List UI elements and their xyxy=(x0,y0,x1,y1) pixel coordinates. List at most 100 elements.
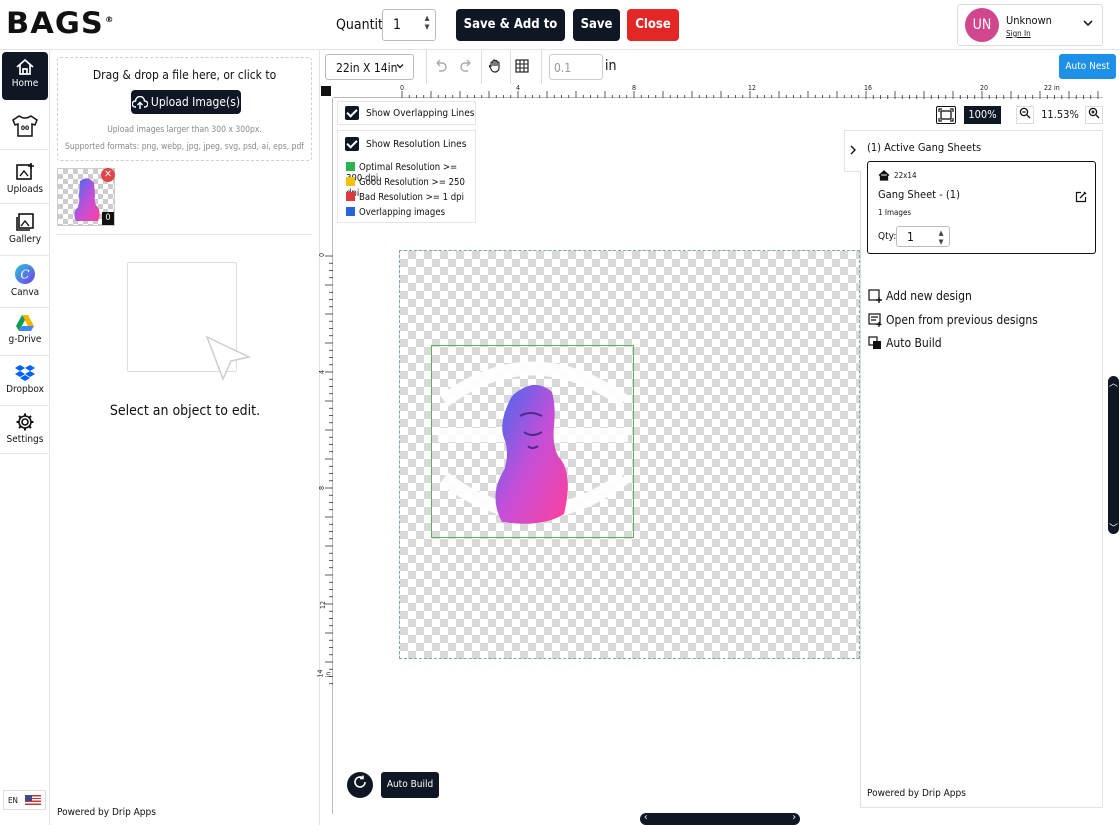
sidebar-item-label: Canva xyxy=(10,287,40,298)
sign-in-link[interactable]: Sign In xyxy=(1006,29,1031,38)
ruler-top-label: 0 xyxy=(400,84,405,92)
canva-icon: C xyxy=(15,264,35,284)
chevron-right-icon[interactable]: › xyxy=(792,812,796,823)
fit-to-screen-button[interactable] xyxy=(936,106,956,124)
ruler-left-label: 8 xyxy=(318,485,327,491)
ruler-left: 0 4 8 12 14 in xyxy=(317,98,333,814)
sheet-quantity-stepper[interactable]: ▲ ▼ xyxy=(936,229,946,247)
zoom-level: 11.53% xyxy=(1041,108,1079,121)
ruler-top-label: 8 xyxy=(632,84,637,92)
sheet-size-select[interactable]: 22in X 14in xyxy=(325,54,414,80)
quantity-stepper[interactable]: ▲ ▼ xyxy=(422,14,432,32)
sidebar-item-canva[interactable]: C Canva xyxy=(0,258,50,308)
google-drive-icon xyxy=(16,315,34,331)
sidebar-item-dropbox[interactable]: Dropbox xyxy=(0,358,50,406)
overlap-label: Show Overlapping Lines xyxy=(366,108,475,119)
header: BAGS® Quantity: 1 ▲▼ Save & Add to Cart … xyxy=(0,0,1120,64)
horizontal-scrollbar[interactable]: ‹ › xyxy=(640,812,800,825)
save-button[interactable]: Save xyxy=(573,9,620,41)
save-add-to-cart-button[interactable]: Save & Add to Cart xyxy=(456,9,565,64)
sheet-size-label: 22x14 xyxy=(894,171,917,180)
action-label: Auto Build xyxy=(886,336,942,350)
ruler-top-label: 22 in xyxy=(1044,84,1060,92)
zoom-in-button[interactable] xyxy=(1085,106,1103,124)
resolution-label[interactable]: Show Resolution Lines xyxy=(366,139,466,150)
sidebar-item-label: Gallery xyxy=(8,234,42,245)
logo-mark: ® xyxy=(104,15,115,25)
toolbar-divider xyxy=(481,50,482,84)
legend-label: Overlapping images xyxy=(359,207,446,218)
overlap-checkbox[interactable] xyxy=(345,106,359,120)
sidebar-item-tshirt[interactable]: 00 xyxy=(0,104,50,150)
upload-format-hint: Supported formats: png, webp, jpg, jpeg,… xyxy=(65,142,304,152)
hand-pan-icon[interactable] xyxy=(486,58,504,76)
gallery-icon xyxy=(16,213,34,231)
powered-by: Powered by Drip Apps xyxy=(57,807,156,818)
sheet-quantity-input[interactable]: 1 ▲ ▼ xyxy=(896,226,950,247)
chevron-down-icon[interactable]: ﹀ xyxy=(1108,521,1119,534)
select-object-text: Select an object to edit. xyxy=(109,403,261,419)
resolution-legend-card: Show Resolution Lines Optimal Resolution… xyxy=(337,130,476,223)
sidebar-item-label: Dropbox xyxy=(6,384,44,395)
unit-increment-input[interactable]: 0.1 xyxy=(549,54,603,80)
unit-label: in xyxy=(605,58,617,74)
sidebar-item-uploads[interactable]: Uploads xyxy=(0,154,50,204)
dropzone-text: Drag & drop a file here, or click to xyxy=(92,68,277,82)
upload-panel: Drag & drop a file here, or click to Upl… xyxy=(50,50,320,825)
cloud-upload-icon xyxy=(131,95,149,109)
ruler-top: 0 4 8 12 16 20 22 in xyxy=(333,84,1103,99)
statue-head-artwork xyxy=(438,361,629,524)
redo-icon[interactable] xyxy=(458,58,476,76)
auto-build-action[interactable]: Auto Build xyxy=(868,336,942,350)
collapse-panel-button[interactable] xyxy=(844,130,861,172)
chevron-up-icon[interactable]: ︿ xyxy=(1108,376,1119,389)
action-label: Open from previous designs xyxy=(886,313,1038,327)
powered-by-prefix: Powered by xyxy=(867,788,920,799)
add-new-design-action[interactable]: Add new design xyxy=(868,289,972,303)
close-button[interactable]: Close xyxy=(627,9,679,41)
sidebar-item-gallery[interactable]: Gallery xyxy=(0,206,50,256)
zoom-out-icon xyxy=(1019,107,1031,119)
legend-swatch-blue xyxy=(346,207,355,216)
zoom-100-button[interactable]: 100% xyxy=(964,106,1001,124)
brand-logo[interactable]: BAGS® xyxy=(6,6,114,40)
undo-icon[interactable] xyxy=(431,58,449,76)
upload-images-button[interactable]: Upload Image(s) xyxy=(131,90,241,114)
file-dropzone[interactable]: Drag & drop a file here, or click to Upl… xyxy=(57,57,312,161)
sidebar-item-gdrive[interactable]: g-Drive xyxy=(0,308,50,356)
grid-icon[interactable] xyxy=(513,58,531,76)
fit-screen-icon xyxy=(938,108,954,122)
dropbox-icon xyxy=(15,365,35,381)
edit-icon[interactable] xyxy=(1075,188,1087,207)
sidebar-item-settings[interactable]: Settings xyxy=(0,406,50,454)
gang-sheet-card[interactable]: 22x14 Gang Sheet - (1) 1 Images Qty: 1 ▲… xyxy=(867,161,1096,254)
sheet-name: Gang Sheet - (1) xyxy=(878,188,960,201)
vertical-scrollbar[interactable]: ︿ ﹀ xyxy=(1108,376,1119,534)
zoom-out-button[interactable] xyxy=(1016,106,1034,124)
chevron-down-icon[interactable] xyxy=(1082,17,1094,32)
powered-by-brand[interactable]: Drip Apps xyxy=(112,807,156,818)
sheet-size-value: 22in X 14in xyxy=(336,61,398,75)
delete-image-button[interactable]: ✕ xyxy=(101,168,115,182)
language-selector[interactable]: EN xyxy=(3,790,46,810)
powered-by: Powered by Drip Apps xyxy=(867,788,966,799)
open-list-icon xyxy=(868,313,882,327)
user-menu[interactable]: UN Unknown Sign In xyxy=(957,4,1103,46)
resolution-checkbox[interactable] xyxy=(345,137,359,151)
legend-overlap: Overlapping images xyxy=(346,207,445,218)
quantity-input[interactable]: 1 ▲ ▼ xyxy=(382,9,436,41)
uploaded-image-thumbnail[interactable]: ✕ 0 xyxy=(57,168,115,226)
show-overlapping-lines-toggle[interactable]: Show Overlapping Lines xyxy=(337,101,476,125)
auto-nest-button[interactable]: Auto Nest xyxy=(1059,54,1116,79)
refresh-button[interactable] xyxy=(347,772,373,798)
auto-build-button[interactable]: Auto Build xyxy=(381,772,439,798)
sheet-qty-label: Qty: xyxy=(878,231,897,242)
legend-swatch-red xyxy=(346,192,355,201)
sidebar-item-home[interactable]: Home xyxy=(2,52,48,100)
sidebar-item-label: g-Drive xyxy=(8,334,42,345)
placed-design[interactable] xyxy=(431,345,634,538)
chevron-left-icon[interactable]: ‹ xyxy=(644,812,648,823)
action-label: Add new design xyxy=(886,289,972,303)
open-previous-designs-action[interactable]: Open from previous designs xyxy=(868,313,1038,327)
powered-by-brand[interactable]: Drip Apps xyxy=(922,788,966,799)
